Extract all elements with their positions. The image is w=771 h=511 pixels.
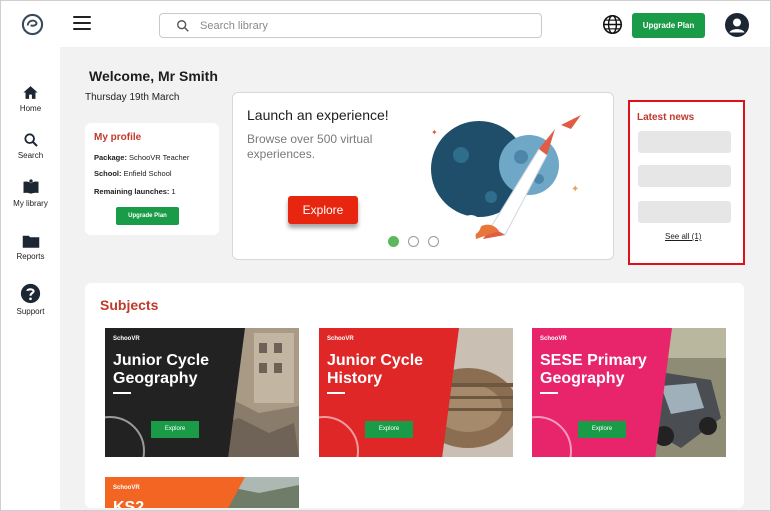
card-title: Junior Cycle History <box>327 352 424 387</box>
latest-news-panel: Latest news See all (1) <box>628 100 745 265</box>
user-avatar-icon[interactable] <box>725 13 749 37</box>
launches-label: Remaining launches: <box>94 187 170 196</box>
search-bar[interactable] <box>159 13 542 38</box>
sidebar-item-support[interactable]: Support <box>1 283 60 316</box>
search-icon <box>23 133 38 147</box>
subject-card[interactable]: SchooVR Junior Cycle Geography Explore <box>105 328 299 457</box>
profile-upgrade-button[interactable]: Upgrade Plan <box>116 207 179 225</box>
sidebar-item-search[interactable]: Search <box>1 132 60 160</box>
sidebar-item-home[interactable]: Home <box>1 84 60 113</box>
search-icon <box>177 20 189 32</box>
card-divider <box>113 392 131 394</box>
carousel-dot[interactable] <box>388 236 399 247</box>
subjects-title: Subjects <box>100 297 159 313</box>
home-icon <box>23 86 38 99</box>
app-logo-icon[interactable] <box>21 13 44 36</box>
launches-value: 1 <box>171 187 176 196</box>
subject-card[interactable]: SchooVR SESE Primary Geography Explore <box>532 328 726 457</box>
subject-card[interactable]: SchooVR Junior Cycle History Explore <box>319 328 513 457</box>
sidebar-item-reports[interactable]: Reports <box>1 233 60 261</box>
profile-launches-row: Remaining launches: 1 <box>94 187 176 196</box>
folder-icon <box>22 235 39 248</box>
upgrade-plan-button[interactable]: Upgrade Plan <box>632 13 705 38</box>
card-brand: SchooVR <box>327 336 354 342</box>
sidebar-item-label: Search <box>17 151 44 160</box>
school-value: Enfield School <box>123 169 172 178</box>
top-bar: Upgrade Plan <box>1 1 770 47</box>
news-placeholder <box>638 201 731 223</box>
subjects-section: Subjects SchooVR Junior Cycle Geography … <box>85 283 744 508</box>
card-explore-button[interactable]: Explore <box>578 421 626 438</box>
app-window: Upgrade Plan Home Search My l <box>0 0 771 511</box>
carousel-indicators <box>388 236 448 248</box>
profile-school-row: School: Enfield School <box>94 169 172 178</box>
news-placeholder <box>638 165 731 187</box>
card-brand: SchooVR <box>113 485 140 491</box>
card-explore-button[interactable]: Explore <box>151 421 199 438</box>
sidebar-item-label: My library <box>13 199 48 208</box>
hero-explore-button[interactable]: Explore <box>288 196 358 224</box>
sidebar-item-label: Reports <box>16 252 45 261</box>
space-illustration: ✦ ✦ <box>431 115 581 239</box>
menu-toggle-icon[interactable] <box>73 16 91 32</box>
profile-title: My profile <box>94 132 142 143</box>
profile-package-row: Package: SchooVR Teacher <box>94 153 189 162</box>
card-brand: SchooVR <box>113 336 140 342</box>
card-explore-button[interactable]: Explore <box>365 421 413 438</box>
sidebar-item-label: Support <box>16 307 45 316</box>
news-placeholder <box>638 131 731 153</box>
carousel-dot[interactable] <box>428 236 439 247</box>
current-date: Thursday 19th March <box>85 92 180 103</box>
svg-text:✦: ✦ <box>571 184 579 195</box>
hero-title: Launch an experience! <box>247 107 389 123</box>
school-label: School: <box>94 169 122 178</box>
news-title: Latest news <box>637 112 695 123</box>
subject-card[interactable]: SchooVR KS2 <box>105 477 299 508</box>
welcome-heading: Welcome, Mr Smith <box>89 68 218 84</box>
package-label: Package: <box>94 153 127 162</box>
card-divider <box>327 392 345 394</box>
svg-text:✦: ✦ <box>431 128 438 137</box>
help-icon <box>20 283 41 304</box>
sidebar-item-label: Home <box>19 104 42 113</box>
hero-subtitle: Browse over 500 virtual experiences. <box>247 132 373 161</box>
search-input[interactable] <box>200 17 530 35</box>
package-value: SchooVR Teacher <box>129 153 190 162</box>
card-divider <box>540 392 558 394</box>
book-icon <box>23 179 38 194</box>
carousel-dot[interactable] <box>408 236 419 247</box>
card-title: KS2 <box>113 499 145 508</box>
profile-card: My profile Package: SchooVR Teacher Scho… <box>85 123 219 235</box>
globe-icon[interactable] <box>602 14 623 35</box>
sidebar-item-my-library[interactable]: My library <box>1 178 60 208</box>
card-title: SESE Primary Geography <box>540 352 647 387</box>
sidebar: Home Search My library Reports Support <box>1 47 60 510</box>
see-all-news-link[interactable]: See all (1) <box>665 232 701 241</box>
card-title: Junior Cycle Geography <box>113 352 210 387</box>
launch-experience-card: Launch an experience! Browse over 500 vi… <box>232 92 614 260</box>
card-brand: SchooVR <box>540 336 567 342</box>
